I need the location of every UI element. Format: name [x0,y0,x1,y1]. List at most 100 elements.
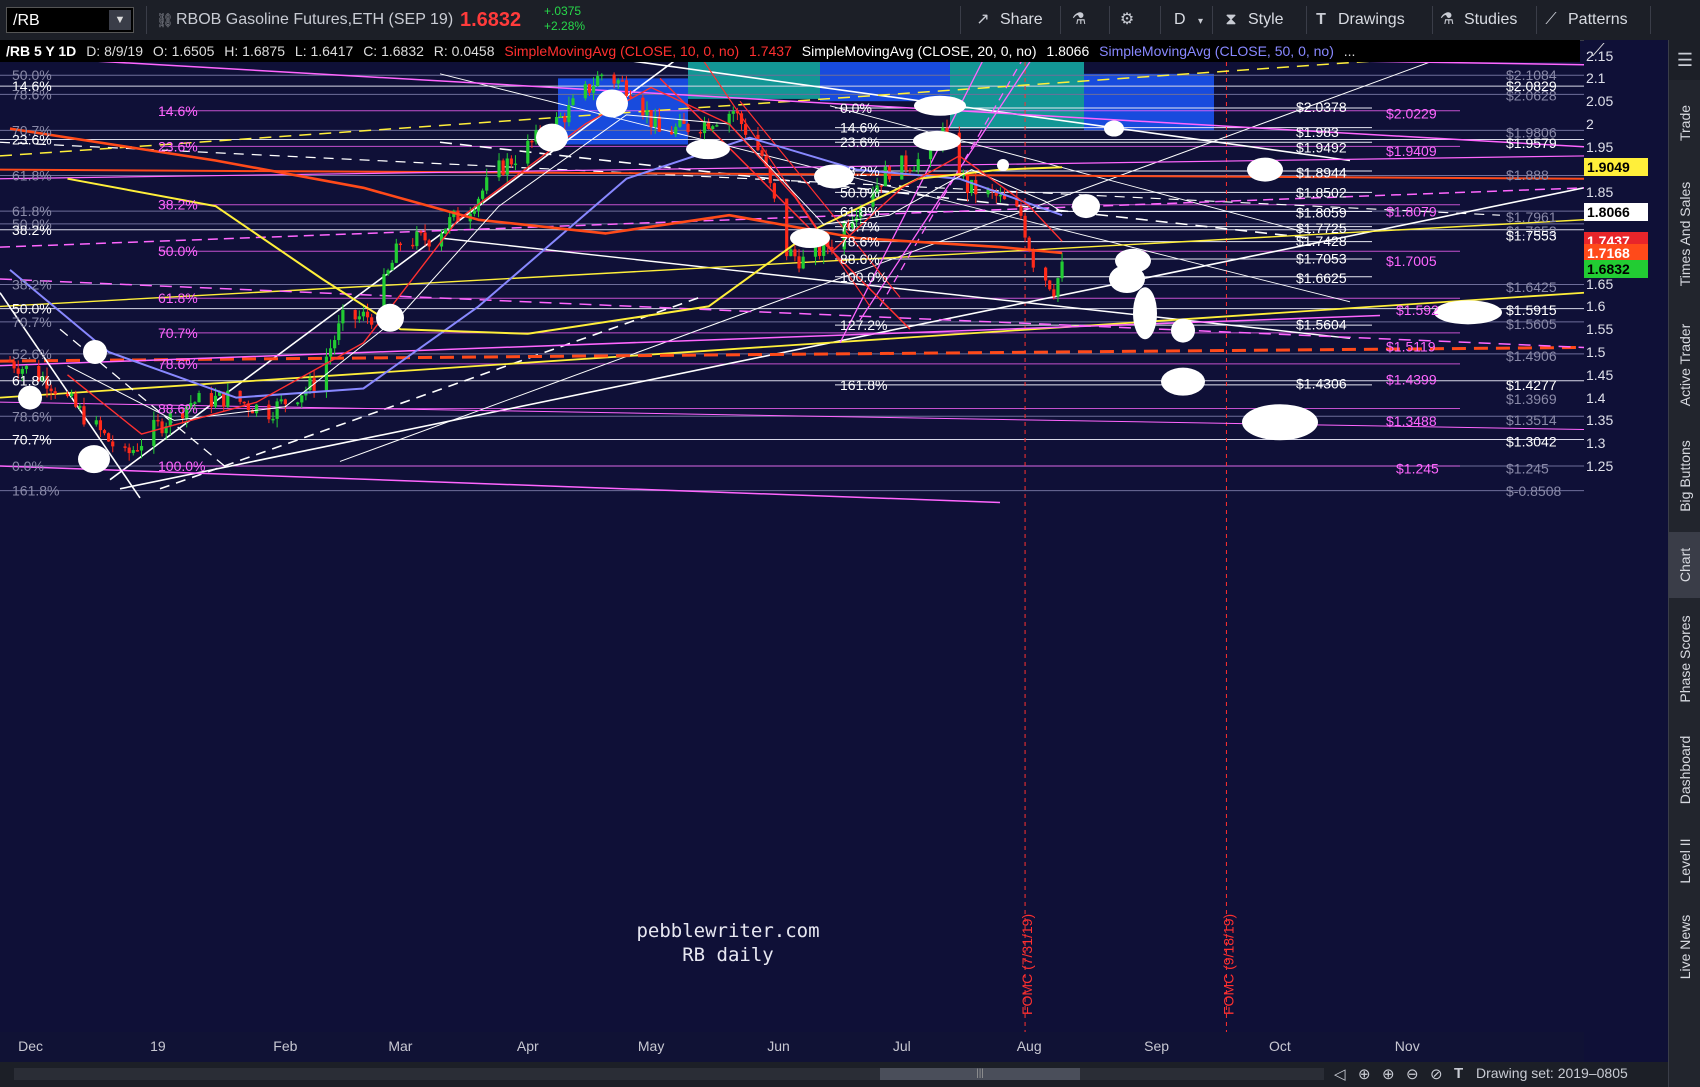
price-label-right: $1.3969 [1506,391,1557,407]
target-oval [686,139,730,160]
price-chart[interactable]: FOMC (7/31/19) FOMC (9/18/19) 88.6% 50.0% 14… [0,62,1584,1032]
price-label-white: $1.5604 [1296,317,1347,333]
candle-body [883,166,887,187]
sidebar-tab-live-news[interactable]: Live News [1669,902,1700,992]
candle-body [82,406,86,425]
fib-label-pink: 38.2% [158,197,198,213]
scrollbar-thumb[interactable]: ||| [880,1068,1080,1080]
candle-body [567,105,571,123]
sidebar-tab-chart[interactable]: Chart [1669,532,1700,598]
target-oval [1104,120,1124,137]
candle-body [213,395,218,407]
candle-body [472,210,476,214]
candle-body [102,430,107,434]
candle-body [1056,278,1060,297]
candle-body [279,399,283,402]
price-axis-tick: 1.55 [1586,321,1614,338]
symbol-input[interactable]: /RB ▼ [6,7,134,33]
chart-scrollbar[interactable] [14,1068,1324,1080]
price-label-white: $1.9492 [1296,139,1347,155]
fib-label-pink: 88.6% [158,401,198,417]
sidebar-tab-active-trader[interactable]: Active Trader [1669,310,1700,420]
time-axis-tick: Apr [516,1038,539,1054]
period-label: D [1174,11,1186,28]
zoom-out-icon[interactable]: ⊖ [1406,1065,1419,1083]
candle-body [390,262,394,271]
target-oval [1072,194,1100,219]
share-label: Share [1000,11,1043,28]
settings-button[interactable]: ⚙ [1118,0,1144,40]
fib-label-mid: 70.7% [840,219,880,235]
sidebar-tab-big-buttons[interactable]: Big Buttons [1669,426,1700,526]
candle-body [107,433,111,442]
trend-line [439,237,1351,340]
price-axis-tick: 1.25 [1586,458,1614,474]
candle-body [139,445,144,451]
zoom-in-icon[interactable]: ⊕ [1382,1065,1395,1083]
sma20-label[interactable]: SimpleMovingAvg (CLOSE, 20, 0, no) [802,43,1037,59]
time-axis-tick: Sep [1144,1038,1170,1054]
price-label-right: $1.7553 [1506,228,1557,244]
price-label-right: $1.3514 [1506,412,1557,428]
candle-body [916,159,920,171]
bar-range: R: 0.0458 [433,43,495,59]
menu-icon[interactable]: ☰ [1669,40,1700,80]
time-axis-tick: Mar [388,1038,413,1054]
candle-body [242,401,246,404]
drawings-button[interactable]: T Drawings [1312,0,1405,40]
candle-body [509,158,513,165]
flask-button[interactable]: ⚗ [1070,0,1096,40]
style-label: Style [1248,11,1284,28]
more-studies[interactable]: ... [1344,43,1356,59]
studies-button[interactable]: ⚗ Studies [1438,0,1518,40]
scroll-left-icon[interactable]: ◁ [1334,1065,1346,1083]
candle-body [501,160,505,175]
sidebar-tab-trade[interactable]: Trade [1669,88,1700,158]
candle-body [756,134,760,151]
candle-body [485,177,489,191]
zoom-fit-icon[interactable]: ⊘ [1430,1065,1443,1083]
candle-body [1060,261,1064,279]
candle-body [1023,215,1027,238]
toolbar-divider [1160,6,1161,34]
price-label-right: $1.5605 [1506,316,1557,332]
candle-body [513,163,518,166]
candle-body [670,131,674,135]
sidebar-tab-times-and-sales[interactable]: Times And Sales [1669,164,1700,304]
candle-body [361,311,366,317]
sma50-label[interactable]: SimpleMovingAvg (CLOSE, 50, 0, no) [1099,43,1334,59]
toolbar-divider [960,6,961,34]
candle-body [530,140,534,143]
candle-body [365,311,370,318]
sidebar-tab-dashboard[interactable]: Dashboard [1669,720,1700,820]
toolbar-divider [1060,6,1061,34]
drawing-set[interactable]: Drawing set: 2019–0805 [1476,1065,1628,1081]
candle-body [744,124,748,135]
zone-box [950,62,1084,129]
chevron-down-icon[interactable]: ▼ [109,10,131,30]
sidebar-tab-phase-scores[interactable]: Phase Scores [1669,604,1700,714]
link-icon[interactable]: ⛓ [156,0,174,40]
crosshair-icon[interactable]: ⊕ [1358,1065,1371,1083]
chart-canvas[interactable]: FOMC (7/31/19) FOMC (9/18/19) 88.6% 50.0% 14… [0,62,1584,1032]
patterns-button[interactable]: ⟋ Patterns [1542,0,1627,40]
candle-body [398,243,403,246]
text-icon[interactable]: T [1454,1065,1463,1082]
bar-low: L: 1.6417 [294,43,354,59]
toolbar-divider [1306,6,1307,34]
share-button[interactable]: ↗ Share [974,0,1043,40]
candle-body [394,243,398,263]
style-button[interactable]: ⧗ Style [1222,0,1284,40]
fib-label-mid: 23.6% [840,134,880,150]
time-axis[interactable]: Dec 19 Feb Mar Apr May Jun Jul Aug Sep Oct Nov [0,1032,1584,1062]
candle-body [497,160,501,178]
candle-body [600,74,604,77]
candle-body [415,231,419,247]
price-label-right: $1.4906 [1506,348,1557,364]
sma10-label[interactable]: SimpleMovingAvg (CLOSE, 10, 0, no) [504,43,739,59]
sidebar-tab-level-ii[interactable]: Level II [1669,826,1700,896]
fib-label-mid: 14.6% [840,120,880,136]
price-label-right: $1.3042 [1506,433,1557,449]
fib-label-left: 61.8% [12,373,52,389]
drawings-label: Drawings [1338,11,1405,28]
